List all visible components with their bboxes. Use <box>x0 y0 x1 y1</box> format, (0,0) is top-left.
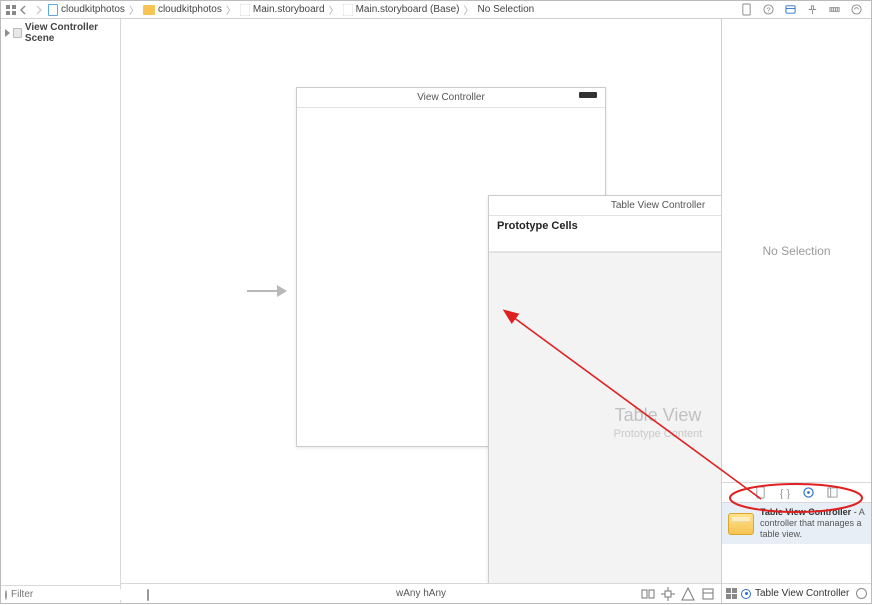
nav-forward-button[interactable] <box>31 3 45 17</box>
outline-row-label: View Controller Scene <box>25 22 116 44</box>
breadcrumb-separator: 〉 <box>226 2 236 17</box>
library-filter-label: Table View Controller <box>755 588 852 599</box>
document-outline: View Controller Scene <box>1 19 121 603</box>
folder-icon <box>143 5 155 15</box>
breadcrumb-segment-selection[interactable]: No Selection <box>475 4 538 15</box>
scene-title-bar[interactable]: Table View Controller <box>489 196 721 216</box>
battery-indicator-icon <box>579 92 597 98</box>
swift-file-icon <box>48 4 58 16</box>
svg-text:?: ? <box>766 5 770 14</box>
size-class-label[interactable]: wAny hAny <box>396 588 446 599</box>
filter-icon <box>5 590 7 600</box>
connections-inspector-tab[interactable] <box>849 3 863 17</box>
table-placeholder-title: Table View <box>615 405 702 426</box>
object-library-list[interactable]: Table View Controller - A controller tha… <box>722 503 871 583</box>
breadcrumb-label: Main.storyboard <box>253 4 325 15</box>
breadcrumb-segment-project[interactable]: cloudkitphotos <box>45 4 128 16</box>
inspector-panel: No Selection { } Table View Controller -… <box>721 19 871 603</box>
related-items-button[interactable] <box>5 4 17 16</box>
library-item-sep: - <box>851 507 859 517</box>
prototype-label: Prototype Cells <box>497 220 578 232</box>
scene-title: View Controller <box>417 92 485 103</box>
scene-icon <box>13 28 22 38</box>
initial-scene-arrow-icon[interactable] <box>247 279 287 306</box>
breadcrumb-segment-folder[interactable]: cloudkitphotos <box>140 4 225 15</box>
disclosure-triangle-icon[interactable] <box>5 29 10 37</box>
breadcrumb-separator: 〉 <box>329 2 339 17</box>
breadcrumb-segment-base[interactable]: Main.storyboard (Base) <box>340 4 463 16</box>
library-item-title: Table View Controller <box>760 507 851 517</box>
resize-behavior-button[interactable] <box>701 587 715 601</box>
breadcrumb-label: Main.storyboard (Base) <box>356 4 460 15</box>
canvas-bottom-bar: wAny hAny <box>121 583 721 603</box>
breadcrumb-segment-storyboard[interactable]: Main.storyboard <box>237 4 328 16</box>
breadcrumb-bar: cloudkitphotos 〉 cloudkitphotos 〉 Main.s… <box>1 1 871 19</box>
identity-inspector-tab[interactable] <box>783 3 797 17</box>
file-template-library-tab[interactable] <box>754 486 768 500</box>
library-grid-view-button[interactable] <box>726 588 737 599</box>
file-inspector-tab[interactable] <box>739 3 753 17</box>
breadcrumb-label: cloudkitphotos <box>158 4 222 15</box>
breadcrumb-separator: 〉 <box>129 2 139 17</box>
storyboard-canvas[interactable]: View Controller Table View Controller Pr… <box>121 19 721 583</box>
storyboard-file-icon <box>343 4 353 16</box>
inspector-empty-state: No Selection <box>722 19 871 483</box>
library-item-table-view-controller[interactable]: Table View Controller - A controller tha… <box>722 503 871 544</box>
library-bottom-bar: Table View Controller <box>722 583 871 603</box>
table-placeholder-subtitle: Prototype Content <box>614 428 703 440</box>
table-view-controller-icon <box>728 513 754 535</box>
media-library-tab[interactable] <box>826 486 840 500</box>
pin-tool-button[interactable] <box>661 587 675 601</box>
breadcrumb-label: cloudkitphotos <box>61 4 125 15</box>
size-inspector-tab[interactable] <box>827 3 841 17</box>
help-inspector-tab[interactable]: ? <box>761 3 775 17</box>
code-snippet-library-tab[interactable]: { } <box>778 486 792 500</box>
svg-text:{ }: { } <box>779 488 790 499</box>
align-tool-button[interactable] <box>641 587 655 601</box>
nav-back-button[interactable] <box>17 3 31 17</box>
scene-title-bar[interactable]: View Controller <box>297 88 605 108</box>
library-options-button[interactable] <box>856 588 867 599</box>
storyboard-file-icon <box>240 4 250 16</box>
outline-scene-row[interactable]: View Controller Scene <box>5 22 116 44</box>
breadcrumb-separator: 〉 <box>464 2 474 17</box>
breadcrumb-label: No Selection <box>478 4 535 15</box>
resolve-issues-button[interactable] <box>681 587 695 601</box>
scene-title: Table View Controller <box>611 200 705 211</box>
table-view-body[interactable]: Table View Prototype Content <box>489 252 721 583</box>
library-tabs: { } <box>722 483 871 503</box>
table-view-controller-scene[interactable]: Table View Controller Prototype Cells Ta… <box>488 195 721 583</box>
no-selection-label: No Selection <box>762 244 830 258</box>
library-filter-icon <box>741 589 751 599</box>
attributes-inspector-tab[interactable] <box>805 3 819 17</box>
object-library-tab[interactable] <box>802 486 816 500</box>
prototype-cells-header[interactable]: Prototype Cells <box>489 216 721 252</box>
